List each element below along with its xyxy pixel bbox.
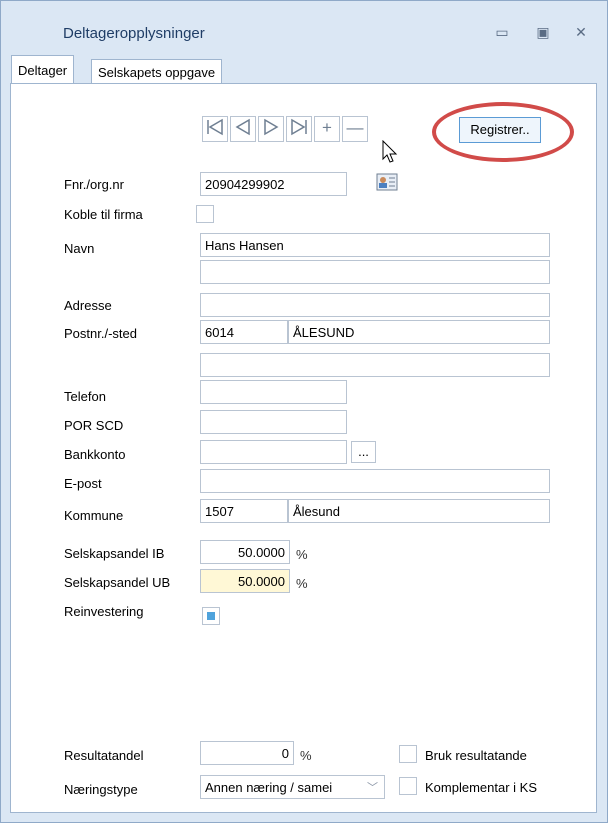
andel-ub-label: Selskapsandel UB [64, 575, 171, 590]
close-icon[interactable]: ✕ [571, 23, 591, 41]
prev-icon [235, 118, 250, 136]
last-record-button[interactable] [286, 116, 312, 142]
bruk-label: Bruk resultatande [425, 748, 527, 763]
naeringstype-select[interactable]: Annen næring / samei ﹀ [200, 775, 385, 799]
tab-deltager[interactable]: Deltager [11, 55, 75, 85]
komplementar-checkbox[interactable] [399, 777, 417, 795]
last-icon [291, 118, 307, 136]
resultatandel-input[interactable]: 0 [200, 741, 294, 765]
bankkonto-input[interactable] [200, 440, 347, 464]
kommune-label: Kommune [64, 508, 124, 523]
contact-card-icon[interactable] [376, 172, 398, 192]
bruk-checkbox[interactable] [399, 745, 417, 763]
title-bar: Deltageropplysninger ▭ ▣ ✕ [1, 1, 607, 42]
maximize-icon[interactable]: ▣ [533, 23, 553, 41]
remove-record-button[interactable]: — [342, 116, 368, 142]
kommune-nr-input[interactable]: 1507 [200, 499, 288, 523]
koble-checkbox[interactable] [196, 205, 214, 223]
fnr-label: Fnr./org.nr [64, 177, 124, 192]
andel-ub-percent: % [296, 576, 308, 591]
porscd-input[interactable] [200, 410, 347, 434]
first-record-button[interactable] [202, 116, 228, 142]
add-record-button[interactable]: + [314, 116, 340, 142]
navn-label: Navn [64, 241, 95, 256]
tab-selskapets-oppgave[interactable]: Selskapets oppgave [91, 59, 223, 85]
telefon-input[interactable] [200, 380, 347, 404]
reinvestering-checkbox[interactable] [202, 607, 220, 625]
adresse-label: Adresse [64, 298, 112, 313]
chevron-down-icon: ﹀ [367, 782, 378, 794]
adresse-input[interactable] [200, 293, 550, 317]
mouse-cursor-icon [382, 140, 398, 163]
adresse2-input[interactable] [200, 353, 550, 377]
andel-ib-input[interactable]: 50.0000 [200, 540, 290, 564]
komplementar-label: Komplementar i KS [425, 780, 537, 795]
checked-indicator [207, 612, 215, 620]
register-button[interactable]: Registrer.. [459, 117, 541, 143]
reinvestering-label: Reinvestering [64, 604, 144, 619]
fnr-input[interactable]: 20904299902 [200, 172, 347, 196]
window-title: Deltageropplysninger [63, 25, 205, 42]
navn2-input[interactable] [200, 260, 550, 284]
poststed-input[interactable]: ÅLESUND [288, 320, 550, 344]
postnr-input[interactable]: 6014 [200, 320, 288, 344]
andel-ib-percent: % [296, 547, 308, 562]
resultatandel-percent: % [300, 748, 312, 763]
postnr-label: Postnr./-sted [64, 326, 137, 341]
andel-ib-label: Selskapsandel IB [64, 546, 165, 561]
epost-input[interactable] [200, 469, 550, 493]
bankkonto-lookup-button[interactable]: ... [351, 441, 376, 463]
bankkonto-label: Bankkonto [64, 447, 126, 462]
epost-label: E-post [64, 476, 102, 491]
tab-bar: Deltager Selskapets oppgave [11, 55, 598, 85]
naeringstype-label: Næringstype [64, 782, 138, 797]
kommune-navn-input[interactable]: Ålesund [288, 499, 550, 523]
resultatandel-label: Resultatandel [64, 748, 144, 763]
porscd-label: POR SCD [64, 418, 124, 433]
navn-input[interactable]: Hans Hansen [200, 233, 550, 257]
first-icon [207, 118, 223, 136]
andel-ub-input[interactable]: 50.0000 [200, 569, 290, 593]
telefon-label: Telefon [64, 389, 106, 404]
prev-record-button[interactable] [230, 116, 256, 142]
naeringstype-value: Annen næring / samei [205, 780, 333, 795]
koble-label: Koble til firma [64, 207, 143, 222]
next-record-button[interactable] [258, 116, 284, 142]
minimize-icon[interactable]: ▭ [492, 23, 512, 41]
next-icon [264, 118, 279, 136]
